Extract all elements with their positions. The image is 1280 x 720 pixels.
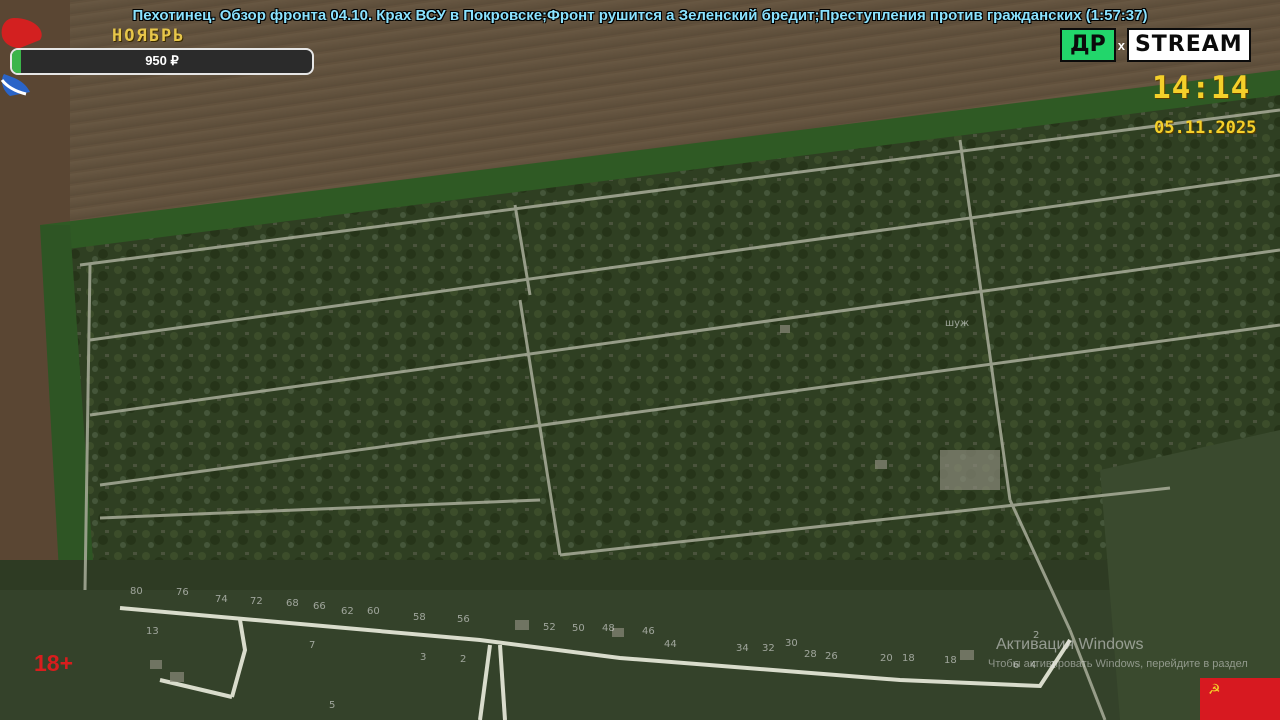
house-number: 60 — [367, 606, 380, 617]
house-number: 18 — [902, 653, 915, 664]
house-number: 44 — [664, 639, 677, 650]
house-number: 52 — [543, 622, 556, 633]
place-label: шуж — [945, 318, 970, 329]
age-rating: 18+ — [34, 650, 74, 676]
stream-title: Пехотинец. Обзор фронта 04.10. Крах ВСУ … — [132, 7, 1148, 24]
house-number: 20 — [880, 653, 893, 664]
house-number: 7 — [309, 640, 316, 651]
clock-time: 14:14 — [1152, 70, 1251, 106]
house-number: 62 — [341, 606, 354, 617]
clock-date: 05.11.2025 — [1154, 118, 1257, 138]
house-number: 26 — [825, 651, 838, 662]
house-number: 32 — [762, 643, 775, 654]
windows-activation-title: Активация Windows — [996, 636, 1144, 653]
house-number: 72 — [250, 596, 263, 607]
house-number: 2 — [460, 654, 467, 665]
hammer-sickle-icon: ☭ — [1208, 681, 1221, 697]
goal-month: НОЯБРЬ — [112, 26, 186, 46]
house-number: 58 — [413, 612, 426, 623]
house-number: 5 — [329, 700, 336, 711]
house-number: 50 — [572, 623, 585, 634]
house-number: 18 — [944, 655, 957, 666]
donation-goal-bar: 950 ₽ — [10, 48, 314, 75]
house-number: 48 — [602, 623, 615, 634]
house-number: 13 — [146, 626, 159, 637]
house-number: 80 — [130, 586, 143, 597]
satellite-map — [0, 0, 1280, 720]
house-number: 74 — [215, 594, 228, 605]
stream-frame: шуж 80 76 74 72 68 66 62 60 58 56 52 50 … — [0, 0, 1280, 720]
soviet-flag: ☭ — [1200, 678, 1280, 720]
right-field — [1100, 430, 1280, 720]
house-number: 66 — [313, 601, 326, 612]
house-number: 34 — [736, 643, 749, 654]
house-number: 68 — [286, 598, 299, 609]
windows-activation-subtitle: Чтобы активировать Windows, перейдите в … — [988, 658, 1248, 670]
channel-logo: ДР x STREAM — [1060, 28, 1251, 62]
house-number: 46 — [642, 626, 655, 637]
logo-dp: ДР — [1060, 28, 1116, 62]
house-number: 56 — [457, 614, 470, 625]
house-number: 76 — [176, 587, 189, 598]
logo-stream: STREAM — [1126, 28, 1251, 62]
house-number: 30 — [785, 638, 798, 649]
house-number: 28 — [804, 649, 817, 660]
house-number: 3 — [420, 652, 427, 663]
logo-separator: x — [1117, 37, 1125, 53]
goal-amount: 950 ₽ — [145, 53, 179, 68]
